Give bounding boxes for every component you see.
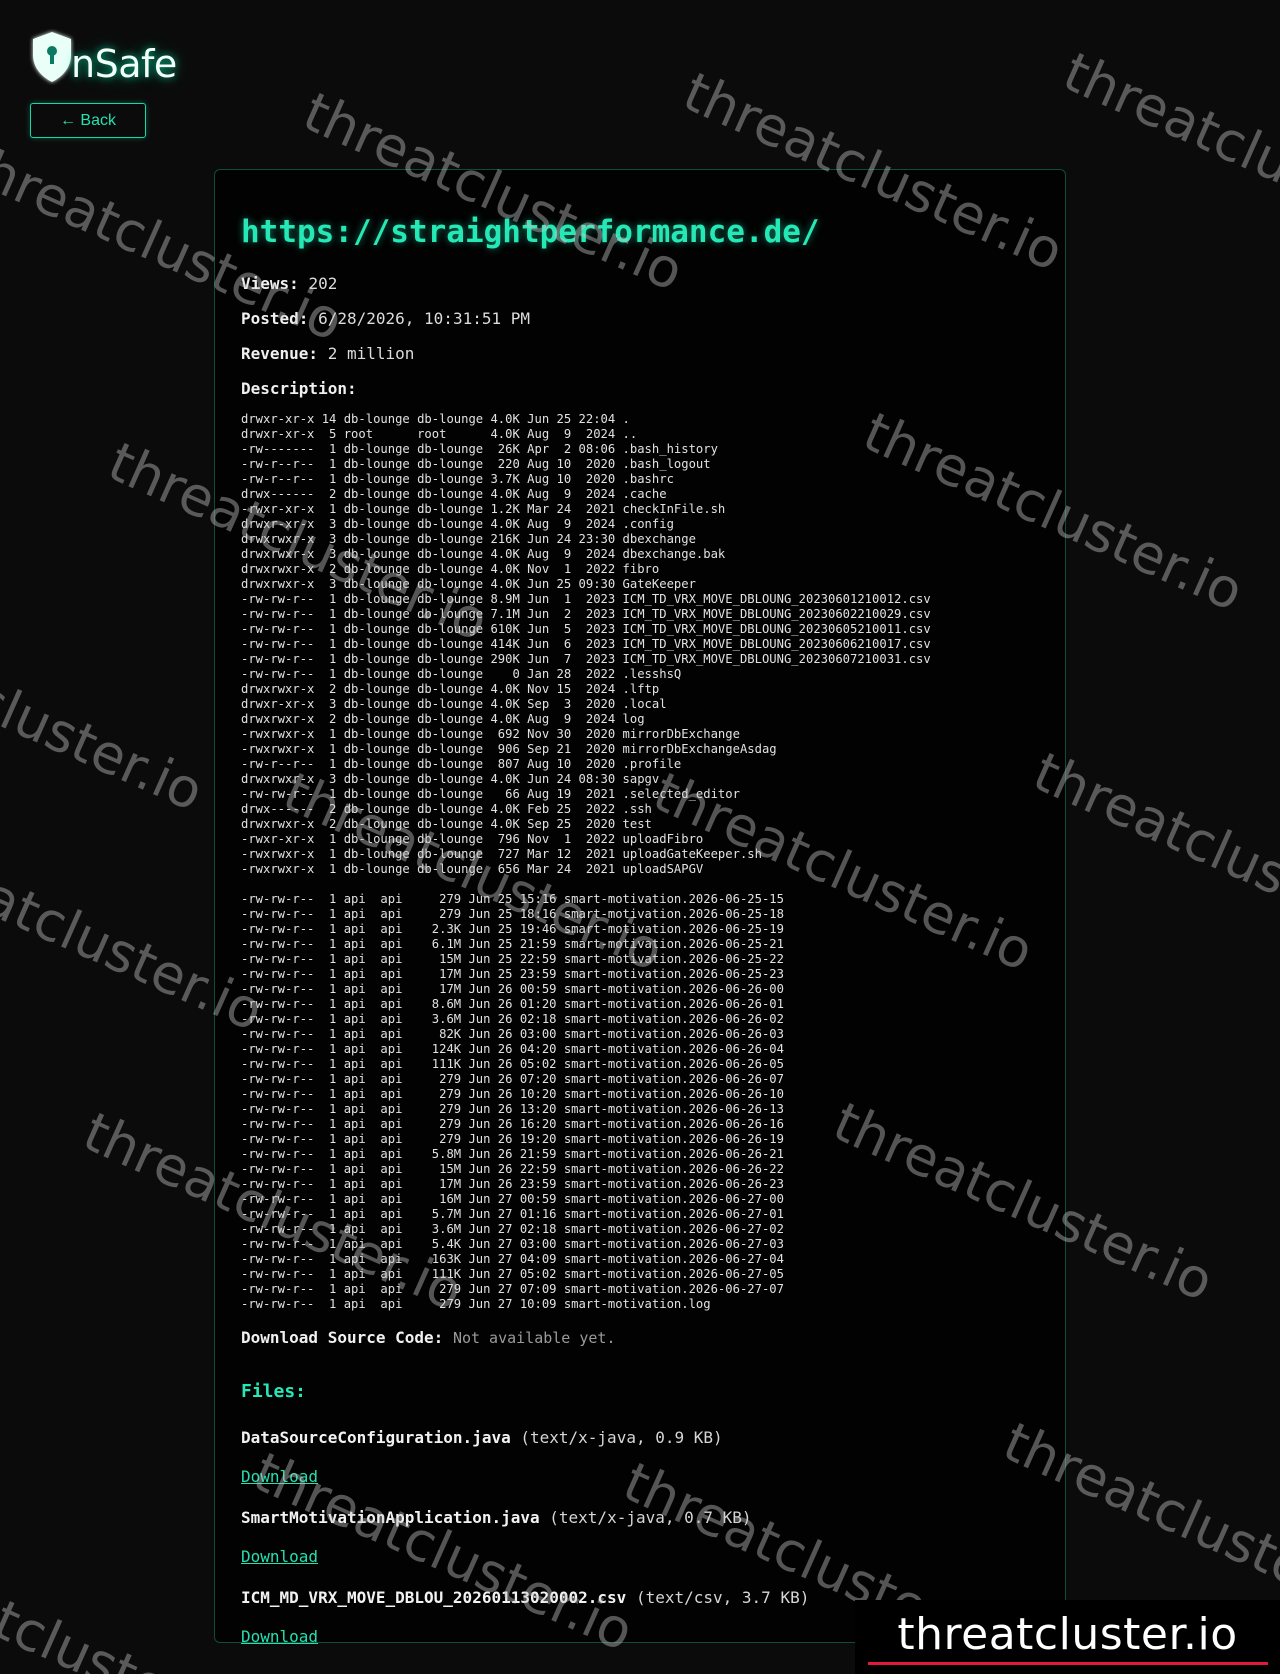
posted-row: Posted: 6/28/2026, 10:31:51 PM (241, 309, 1039, 328)
watermark: threatcluster.io (0, 600, 213, 824)
revenue-row: Revenue: 2 million (241, 344, 1039, 363)
file-meta: (text/csv, 3.7 KB) (635, 1588, 810, 1607)
files-heading: Files: (241, 1381, 307, 1402)
brand-logo: nSafe (29, 28, 177, 86)
file-item: DataSourceConfiguration.java (text/x-jav… (241, 1428, 1039, 1447)
revenue-label: Revenue: (241, 344, 319, 363)
post-card: https://straightperformance.de/ Views: 2… (214, 169, 1066, 1646)
description-label: Description: (241, 379, 357, 398)
brand-name: nSafe (71, 42, 177, 86)
threatcluster-logo: threatcluster.io (855, 1600, 1280, 1674)
file-item: SmartMotivationApplication.java (text/x-… (241, 1508, 1039, 1527)
posted-label: Posted: (241, 309, 309, 328)
posted-value: 6/28/2026, 10:31:51 PM (318, 309, 530, 328)
file-name: DataSourceConfiguration.java (241, 1428, 511, 1447)
threatcluster-logo-text: threatcluster.io (897, 1609, 1238, 1660)
back-button[interactable]: ← Back (30, 103, 146, 138)
file-meta: (text/x-java, 0.9 KB) (520, 1428, 723, 1447)
source-code-status: Not available yet. (452, 1329, 616, 1347)
threatcluster-logo-underline (867, 1662, 1268, 1665)
post-url-title: https://straightperformance.de/ (241, 214, 820, 250)
download-link[interactable]: Download (241, 1467, 1039, 1486)
views-label: Views: (241, 274, 299, 293)
file-meta: (text/x-java, 0.7 KB) (549, 1508, 752, 1527)
download-link[interactable]: Download (241, 1547, 1039, 1566)
description-listing: drwxr-xr-x 14 db-lounge db-lounge 4.0K J… (241, 412, 931, 1311)
source-code-row: Download Source Code: Not available yet. (241, 1328, 1039, 1347)
views-row: Views: 202 (241, 274, 1039, 293)
views-value: 202 (308, 274, 338, 293)
shield-keyhole-icon (33, 32, 71, 82)
watermark: threatcluster.io (1054, 40, 1280, 264)
file-name: ICM_MD_VRX_MOVE_DBLOU_20260113020002.csv (241, 1588, 627, 1607)
revenue-value: 2 million (327, 344, 415, 363)
source-code-label: Download Source Code: (241, 1328, 444, 1347)
file-name: SmartMotivationApplication.java (241, 1508, 540, 1527)
